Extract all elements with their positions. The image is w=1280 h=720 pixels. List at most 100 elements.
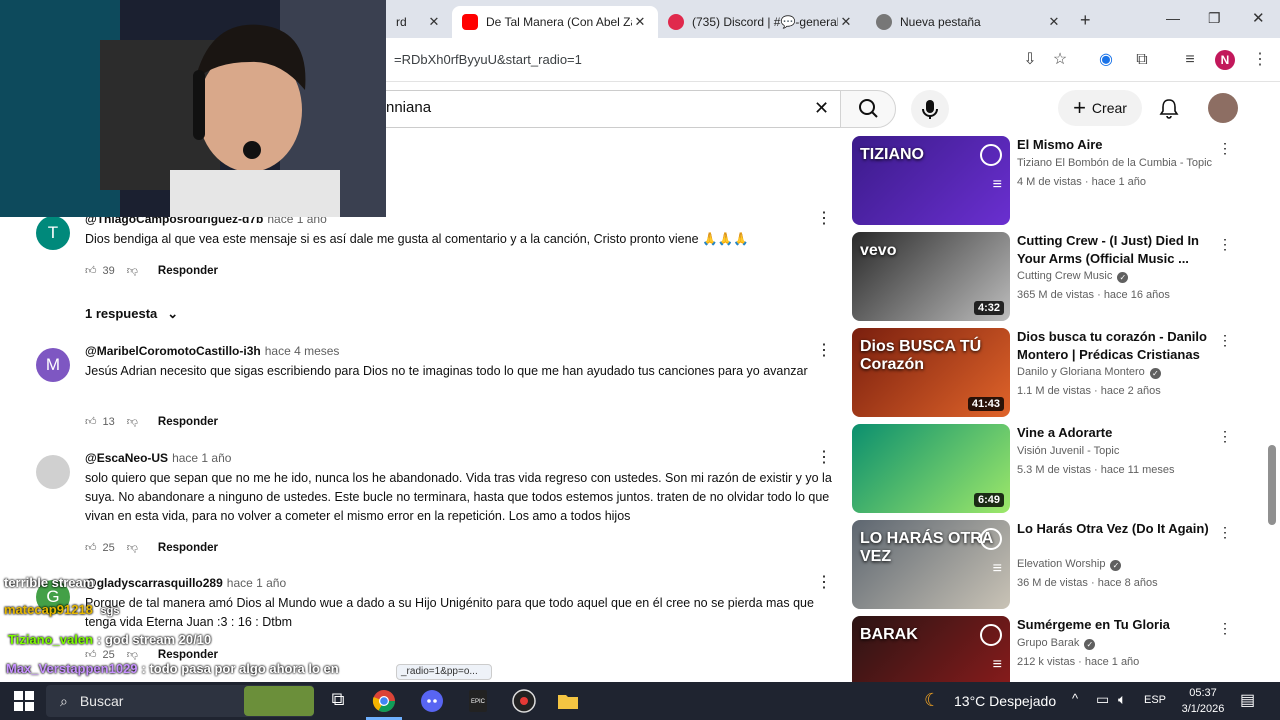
dislike-icon[interactable]: 👎︎ (127, 415, 138, 428)
video-title[interactable]: Sumérgeme en Tu Gloria (1017, 616, 1217, 634)
user-avatar[interactable] (1208, 93, 1238, 123)
search-button[interactable] (840, 90, 896, 128)
input-language[interactable]: ESP (1144, 694, 1166, 706)
video-menu-icon[interactable]: ⋮ (1218, 140, 1232, 157)
browser-tab-discord[interactable]: (735) Discord | #💬-general ✕ (658, 6, 864, 38)
bookmark-star-icon[interactable]: ☆ (1050, 50, 1070, 70)
reply-button[interactable]: Responder (158, 416, 218, 428)
comment-author[interactable]: @gladyscarrasquillo289 (85, 576, 223, 590)
address-bar[interactable]: =RDbXh0rfByyuU&start_radio=1 (394, 52, 582, 67)
comment-menu-icon[interactable]: ⋮ (816, 450, 832, 466)
create-button[interactable]: + Crear (1058, 90, 1142, 126)
channel-name[interactable]: Grupo Barak ✓ (1017, 637, 1096, 650)
extensions-puzzle-icon[interactable]: ⧉ (1132, 50, 1152, 70)
comment-time[interactable]: hace 4 meses (265, 344, 340, 358)
video-menu-icon[interactable]: ⋮ (1218, 428, 1232, 445)
profile-avatar[interactable]: N (1215, 50, 1235, 70)
watch-later-clock-icon[interactable] (980, 528, 1002, 550)
video-thumbnail[interactable]: 6:49 (852, 424, 1010, 513)
chrome-taskbar-icon[interactable] (372, 689, 396, 713)
video-menu-icon[interactable]: ⋮ (1218, 236, 1232, 253)
task-view-icon[interactable]: ⧉ (326, 689, 350, 713)
video-thumbnail[interactable]: LO HARÁS OTRA VEZ ≡ (852, 520, 1010, 609)
related-video-card[interactable]: 6:49 Vine a Adorarte Visión Juvenil - Topi… (852, 424, 1252, 514)
related-video-card[interactable]: TIZIANO ≡ El Mismo Aire Tiziano El Bombón d… (852, 136, 1252, 226)
like-icon[interactable]: 👍︎ (85, 541, 97, 554)
add-to-queue-icon[interactable]: ≡ (993, 560, 1002, 578)
browser-tab-youtube-active[interactable]: De Tal Manera (Con Abel Za ✕ (452, 6, 658, 38)
like-icon[interactable]: 👍︎ (85, 648, 97, 661)
reply-button[interactable]: Responder (158, 542, 218, 554)
extension-sound-icon[interactable]: ◉ (1096, 50, 1116, 70)
reply-button[interactable]: Responder (158, 265, 218, 277)
channel-name[interactable]: Tiziano El Bombón de la Cumbia - Topic (1017, 157, 1212, 169)
view-replies-button[interactable]: 1 respuesta ⌄ (85, 306, 178, 322)
video-title[interactable]: El Mismo Aire (1017, 136, 1217, 154)
page-scrollbar-thumb[interactable] (1268, 445, 1276, 525)
watch-later-clock-icon[interactable] (980, 144, 1002, 166)
minimize-icon[interactable]: — (1166, 10, 1180, 26)
voice-search-button[interactable] (911, 90, 949, 128)
channel-name[interactable]: Elevation Worship ✓ (1017, 558, 1122, 571)
close-window-icon[interactable]: ✕ (1252, 9, 1265, 27)
watch-later-clock-icon[interactable] (980, 624, 1002, 646)
browser-menu-icon[interactable]: ⋮ (1250, 50, 1270, 70)
clear-search-icon[interactable]: ✕ (814, 98, 829, 119)
reply-button[interactable]: Responder (158, 649, 218, 661)
network-icon[interactable]: ▭ (1096, 691, 1109, 708)
add-to-queue-icon[interactable]: ≡ (993, 656, 1002, 674)
video-menu-icon[interactable]: ⋮ (1218, 620, 1232, 637)
add-to-queue-icon[interactable]: ≡ (993, 176, 1002, 194)
notifications-bell-icon[interactable] (1158, 97, 1180, 119)
video-thumbnail[interactable]: vevo 4:32 (852, 232, 1010, 321)
video-title[interactable]: Vine a Adorarte (1017, 424, 1217, 442)
system-clock[interactable]: 05:37 3/1/2026 (1178, 685, 1228, 717)
close-tab-icon[interactable]: ✕ (1046, 14, 1062, 30)
channel-name[interactable]: Danilo y Gloriana Montero ✓ (1017, 366, 1161, 379)
related-video-card[interactable]: LO HARÁS OTRA VEZ ≡ Lo Harás Otra Vez (Do … (852, 520, 1252, 610)
video-title[interactable]: Dios busca tu corazón - Danilo Montero |… (1017, 328, 1217, 364)
weather-text[interactable]: 13°C Despejado (954, 693, 1056, 709)
volume-icon[interactable]: 🔈︎ (1118, 691, 1126, 708)
comment-author[interactable]: @EscaNeo-US (85, 451, 168, 465)
channel-name[interactable]: Cutting Crew Music ✓ (1017, 270, 1129, 283)
comment-time[interactable]: hace 1 año (227, 576, 286, 590)
dislike-icon[interactable]: 👎︎ (127, 264, 138, 277)
windows-start-icon[interactable] (12, 689, 36, 713)
restore-icon[interactable]: ❐ (1208, 10, 1221, 27)
related-video-card[interactable]: vevo 4:32 Cutting Crew - (I Just) Died In … (852, 232, 1252, 322)
close-tab-icon[interactable]: ✕ (632, 14, 648, 30)
comment-avatar[interactable]: M (36, 348, 70, 382)
video-menu-icon[interactable]: ⋮ (1218, 524, 1232, 541)
notification-center-icon[interactable]: ▤ (1240, 690, 1255, 710)
close-tab-icon[interactable]: ✕ (426, 14, 442, 30)
comment-avatar[interactable]: T (36, 216, 70, 250)
like-icon[interactable]: 👍︎ (85, 264, 97, 277)
browser-tab-1[interactable]: rd ✕ (386, 6, 452, 38)
obs-recording-icon[interactable] (512, 689, 536, 713)
comment-author[interactable]: @MaribelCoromotoCastillo-i3h (85, 344, 261, 358)
comment-avatar[interactable] (36, 455, 70, 489)
install-app-icon[interactable]: ⇩ (1020, 50, 1040, 70)
comment-menu-icon[interactable]: ⋮ (816, 211, 832, 227)
like-icon[interactable]: 👍︎ (85, 415, 97, 428)
dislike-icon[interactable]: 👎︎ (127, 648, 138, 661)
weather-moon-icon[interactable]: ☾ (924, 690, 940, 711)
chevron-up-icon[interactable]: ^ (1072, 691, 1078, 706)
media-control-icon[interactable]: ≡ (1180, 50, 1200, 70)
video-thumbnail[interactable]: TIZIANO ≡ (852, 136, 1010, 225)
close-tab-icon[interactable]: ✕ (838, 14, 854, 30)
discord-taskbar-icon[interactable] (420, 689, 444, 713)
comment-menu-icon[interactable]: ⋮ (816, 343, 832, 359)
new-tab-icon[interactable]: + (1080, 10, 1091, 31)
video-title[interactable]: Lo Harás Otra Vez (Do It Again) (1017, 520, 1217, 538)
comment-menu-icon[interactable]: ⋮ (816, 575, 832, 591)
dislike-icon[interactable]: 👎︎ (127, 541, 138, 554)
video-title[interactable]: Cutting Crew - (I Just) Died In Your Arm… (1017, 232, 1217, 268)
related-video-card[interactable]: Dios BUSCA TÚ Corazón 41:43 Dios busca tu … (852, 328, 1252, 418)
channel-name[interactable]: Visión Juvenil - Topic (1017, 445, 1119, 457)
browser-tab-new[interactable]: Nueva pestaña ✕ (866, 6, 1072, 38)
video-menu-icon[interactable]: ⋮ (1218, 332, 1232, 349)
epic-games-icon[interactable]: EPIC (466, 689, 490, 713)
comment-time[interactable]: hace 1 año (172, 451, 231, 465)
